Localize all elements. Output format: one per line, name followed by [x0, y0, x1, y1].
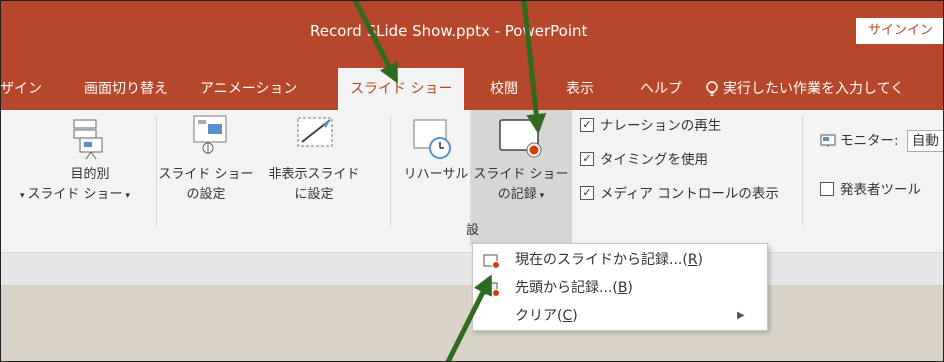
annotation-arrows [352, 0, 547, 362]
annotation-arrow-button [521, 0, 547, 134]
annotation-arrow-menu [445, 274, 493, 362]
powerpoint-window: Record SLide Show.pptx - PowerPoint サインイ… [0, 0, 944, 362]
annotation-arrow-tab [352, 0, 399, 84]
